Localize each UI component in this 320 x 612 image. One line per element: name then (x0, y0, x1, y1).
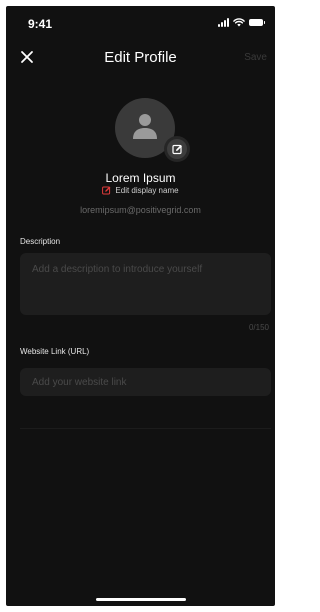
user-icon (133, 114, 157, 139)
profile-email: loremipsum@positivegrid.com (80, 205, 201, 215)
nav-bar: Edit Profile Save (6, 44, 275, 72)
website-label: Website Link (URL) (20, 347, 90, 356)
status-icons (218, 18, 265, 27)
description-char-count: 0/150 (248, 323, 269, 332)
status-time: 9:41 (28, 17, 53, 31)
description-label: Description (20, 237, 61, 246)
edit-display-name-link[interactable]: Edit display name (6, 186, 275, 195)
edit-icon (102, 186, 111, 195)
description-placeholder: Add a description to introduce yourself (32, 264, 203, 275)
display-name: Lorem Ipsum (105, 171, 176, 185)
divider (20, 428, 271, 429)
signal-icon (218, 18, 229, 27)
website-input[interactable]: Add your website link (20, 368, 271, 396)
edit-profile-screen: 9:41 Edit Profile Save Lorem Ipsum Edit … (6, 6, 275, 606)
edit-avatar-button[interactable] (164, 136, 190, 162)
edit-icon (171, 144, 182, 154)
home-indicator (96, 598, 186, 601)
edit-display-name-label: Edit display name (115, 186, 179, 195)
wifi-icon (233, 18, 245, 27)
battery-icon (249, 19, 265, 26)
description-input[interactable]: Add a description to introduce yourself (20, 253, 271, 315)
page-title: Edit Profile (104, 49, 177, 66)
status-bar: 9:41 (6, 6, 275, 36)
website-placeholder: Add your website link (32, 377, 127, 388)
save-button[interactable]: Save (244, 52, 267, 63)
